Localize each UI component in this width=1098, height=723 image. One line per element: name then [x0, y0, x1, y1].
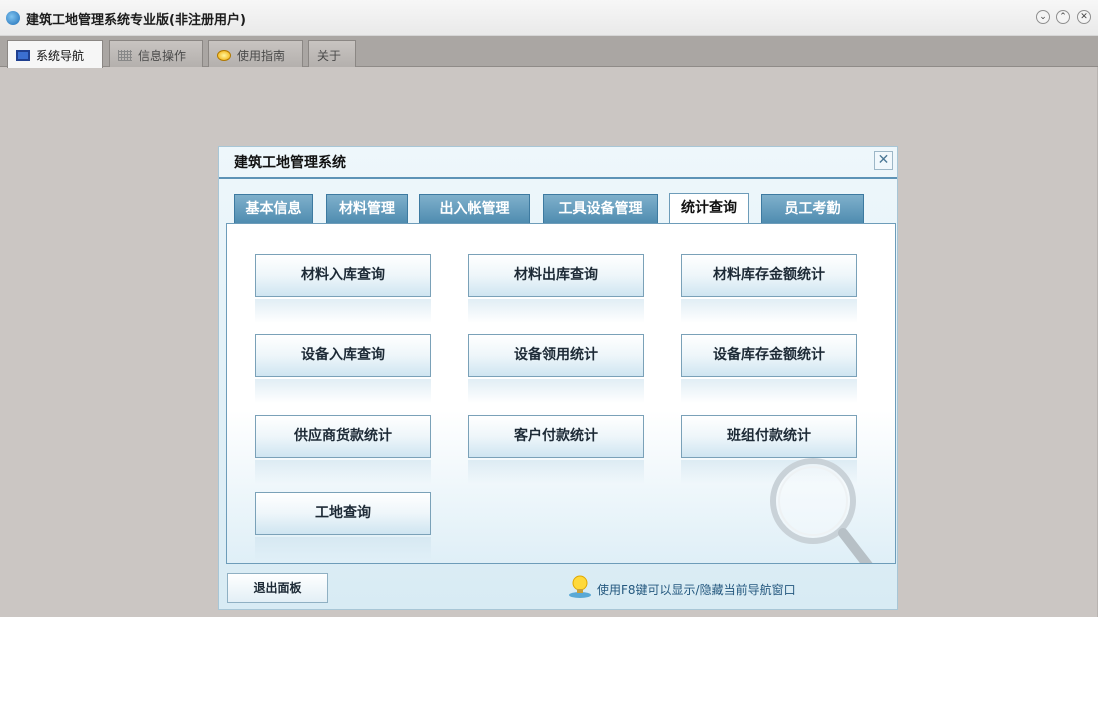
customer-payment-stats-button[interactable]: 客户付款统计: [468, 415, 644, 484]
tab-info-operation[interactable]: 信息操作: [109, 40, 203, 67]
dtab-ledger-management[interactable]: 出入帐管理: [419, 194, 530, 224]
close-icon[interactable]: ✕: [1077, 10, 1091, 24]
supplier-payment-stats-button[interactable]: 供应商货款统计: [255, 415, 431, 484]
site-query-button[interactable]: 工地查询: [255, 492, 431, 561]
statistics-panel: 材料入库查询 材料出库查询 材料库存金额统计 设备入库查询 设备领用统计 设备库…: [226, 223, 896, 564]
tab-user-guide[interactable]: 使用指南: [208, 40, 303, 67]
title-bar: 建筑工地管理系统专业版(非注册用户) ⌄ ⌃ ✕: [0, 0, 1098, 36]
dtab-tool-equipment[interactable]: 工具设备管理: [543, 194, 658, 224]
lightbulb-icon: [569, 575, 591, 598]
material-inbound-query-button[interactable]: 材料入库查询: [255, 254, 431, 323]
navigation-dialog: 建筑工地管理系统 ✕ 基本信息 材料管理 出入帐管理 工具设备管理 统计查询 员…: [218, 146, 898, 610]
help-icon: [217, 50, 231, 61]
team-payment-stats-button[interactable]: 班组付款统计: [681, 415, 857, 484]
exit-panel-button[interactable]: 退出面板: [227, 573, 328, 603]
main-tab-strip: 系统导航 信息操作 使用指南 关于: [0, 36, 1098, 68]
title-divider: [219, 177, 897, 179]
nav-window-icon: [16, 50, 30, 61]
dtab-staff-attendance[interactable]: 员工考勤: [761, 194, 864, 224]
minimize-icon[interactable]: ⌄: [1036, 10, 1050, 24]
dtab-statistics-query[interactable]: 统计查询: [669, 193, 749, 225]
magnifier-icon: [770, 458, 873, 563]
equipment-stock-value-button[interactable]: 设备库存金额统计: [681, 334, 857, 403]
app-logo-icon: [6, 11, 20, 25]
material-stock-value-button[interactable]: 材料库存金额统计: [681, 254, 857, 323]
material-outbound-query-button[interactable]: 材料出库查询: [468, 254, 644, 323]
grid-icon: [118, 50, 132, 61]
tab-label: 信息操作: [138, 49, 187, 63]
dtab-basic-info[interactable]: 基本信息: [234, 194, 313, 224]
tab-label: 关于: [317, 49, 342, 63]
tab-label: 系统导航: [36, 49, 85, 63]
restore-icon[interactable]: ⌃: [1056, 10, 1070, 24]
dialog-title: 建筑工地管理系统: [234, 155, 346, 171]
equipment-usage-stats-button[interactable]: 设备领用统计: [468, 334, 644, 403]
tab-system-navigation[interactable]: 系统导航: [7, 40, 103, 68]
equipment-inbound-query-button[interactable]: 设备入库查询: [255, 334, 431, 403]
tab-label: 使用指南: [237, 49, 286, 63]
dtab-material-management[interactable]: 材料管理: [326, 194, 408, 224]
app-window: 建筑工地管理系统专业版(非注册用户) ⌄ ⌃ ✕ 系统导航 信息操作 使用指南 …: [0, 0, 1098, 617]
window-title: 建筑工地管理系统专业版(非注册用户): [26, 13, 246, 28]
dialog-close-icon[interactable]: ✕: [874, 151, 893, 170]
f8-hint-text: 使用F8键可以显示/隐藏当前导航窗口: [597, 583, 796, 597]
tab-about[interactable]: 关于: [308, 40, 356, 67]
